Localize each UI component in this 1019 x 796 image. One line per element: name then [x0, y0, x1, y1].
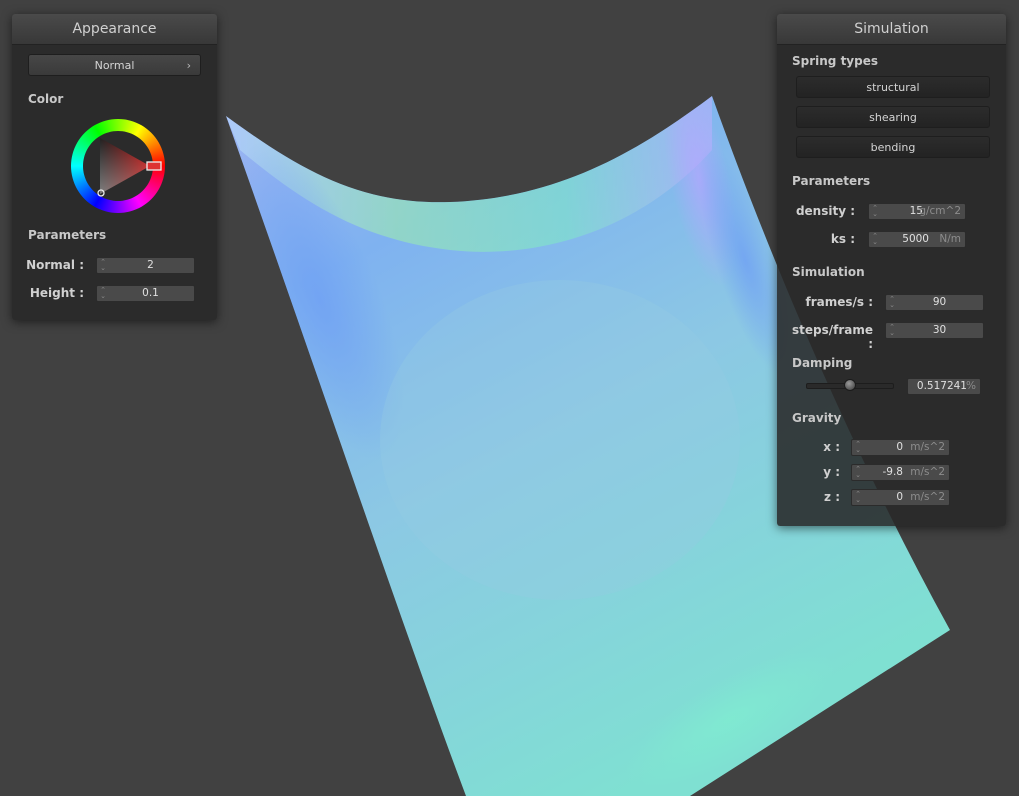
spinner-icon[interactable]: ⌃ ⌄: [854, 466, 862, 479]
spinner-icon[interactable]: ⌃ ⌄: [99, 259, 107, 272]
spinner-icon[interactable]: ⌃ ⌄: [99, 287, 107, 300]
normal-label: Normal :: [26, 258, 84, 272]
damping-slider-knob[interactable]: [844, 379, 857, 391]
gravity-x-field[interactable]: ⌃ ⌄ 0 m/s^2: [851, 439, 950, 456]
frames-per-second-field[interactable]: ⌃ ⌄ 90: [885, 294, 984, 311]
gravity-z-label: z :: [824, 490, 840, 504]
gravity-z-field[interactable]: ⌃ ⌄ 0 m/s^2: [851, 489, 950, 506]
shader-select-label: Normal: [94, 59, 135, 72]
appearance-panel-title[interactable]: Appearance: [12, 14, 217, 45]
ks-field[interactable]: ⌃ ⌄ 5000 N/m: [868, 231, 966, 248]
steps-per-frame-field[interactable]: ⌃ ⌄ 30: [885, 322, 984, 339]
gravity-y-field[interactable]: ⌃ ⌄ -9.8 m/s^2: [851, 464, 950, 481]
spinner-icon[interactable]: ⌃ ⌄: [871, 205, 879, 218]
spinner-icon[interactable]: ⌃ ⌄: [854, 491, 862, 504]
simulation-panel-title[interactable]: Simulation: [777, 14, 1006, 45]
gravity-y-label: y :: [823, 465, 840, 479]
structural-toggle[interactable]: structural: [796, 76, 990, 98]
density-field[interactable]: ⌃ ⌄ 15 g/cm^2: [868, 203, 966, 220]
steps-per-frame-label: steps/frame :: [791, 323, 873, 351]
shader-select[interactable]: Normal ›: [28, 54, 201, 76]
damping-field[interactable]: 0.517241 %: [907, 378, 981, 395]
color-section-label: Color: [28, 92, 64, 106]
spinner-icon[interactable]: ⌃ ⌄: [888, 296, 896, 309]
ks-label: ks :: [830, 232, 855, 246]
spinner-icon[interactable]: ⌃ ⌄: [871, 233, 879, 246]
height-field[interactable]: ⌃ ⌄ 0.1: [96, 285, 195, 302]
normal-field[interactable]: ⌃ ⌄ 2: [96, 257, 195, 274]
frames-per-second-label: frames/s :: [805, 295, 873, 309]
simulation-panel: Simulation Spring types structural shear…: [777, 14, 1006, 526]
simulation-parameters-label: Parameters: [792, 174, 871, 188]
bending-toggle[interactable]: bending: [796, 136, 990, 158]
spinner-icon[interactable]: ⌃ ⌄: [854, 441, 862, 454]
appearance-parameters-label: Parameters: [28, 228, 107, 242]
shearing-toggle[interactable]: shearing: [796, 106, 990, 128]
appearance-panel: Appearance Normal › Color Parameters Nor…: [12, 14, 217, 320]
chevron-right-icon: ›: [186, 59, 191, 72]
hue-marker: [146, 161, 162, 171]
gravity-label: Gravity: [792, 411, 842, 425]
damping-label: Damping: [792, 356, 853, 370]
spring-types-label: Spring types: [792, 54, 879, 68]
gravity-x-label: x :: [823, 440, 840, 454]
simulation-section-label: Simulation: [792, 265, 865, 279]
spinner-icon[interactable]: ⌃ ⌄: [888, 324, 896, 337]
density-label: density :: [795, 204, 855, 218]
height-label: Height :: [29, 286, 84, 300]
color-wheel[interactable]: [70, 118, 166, 214]
